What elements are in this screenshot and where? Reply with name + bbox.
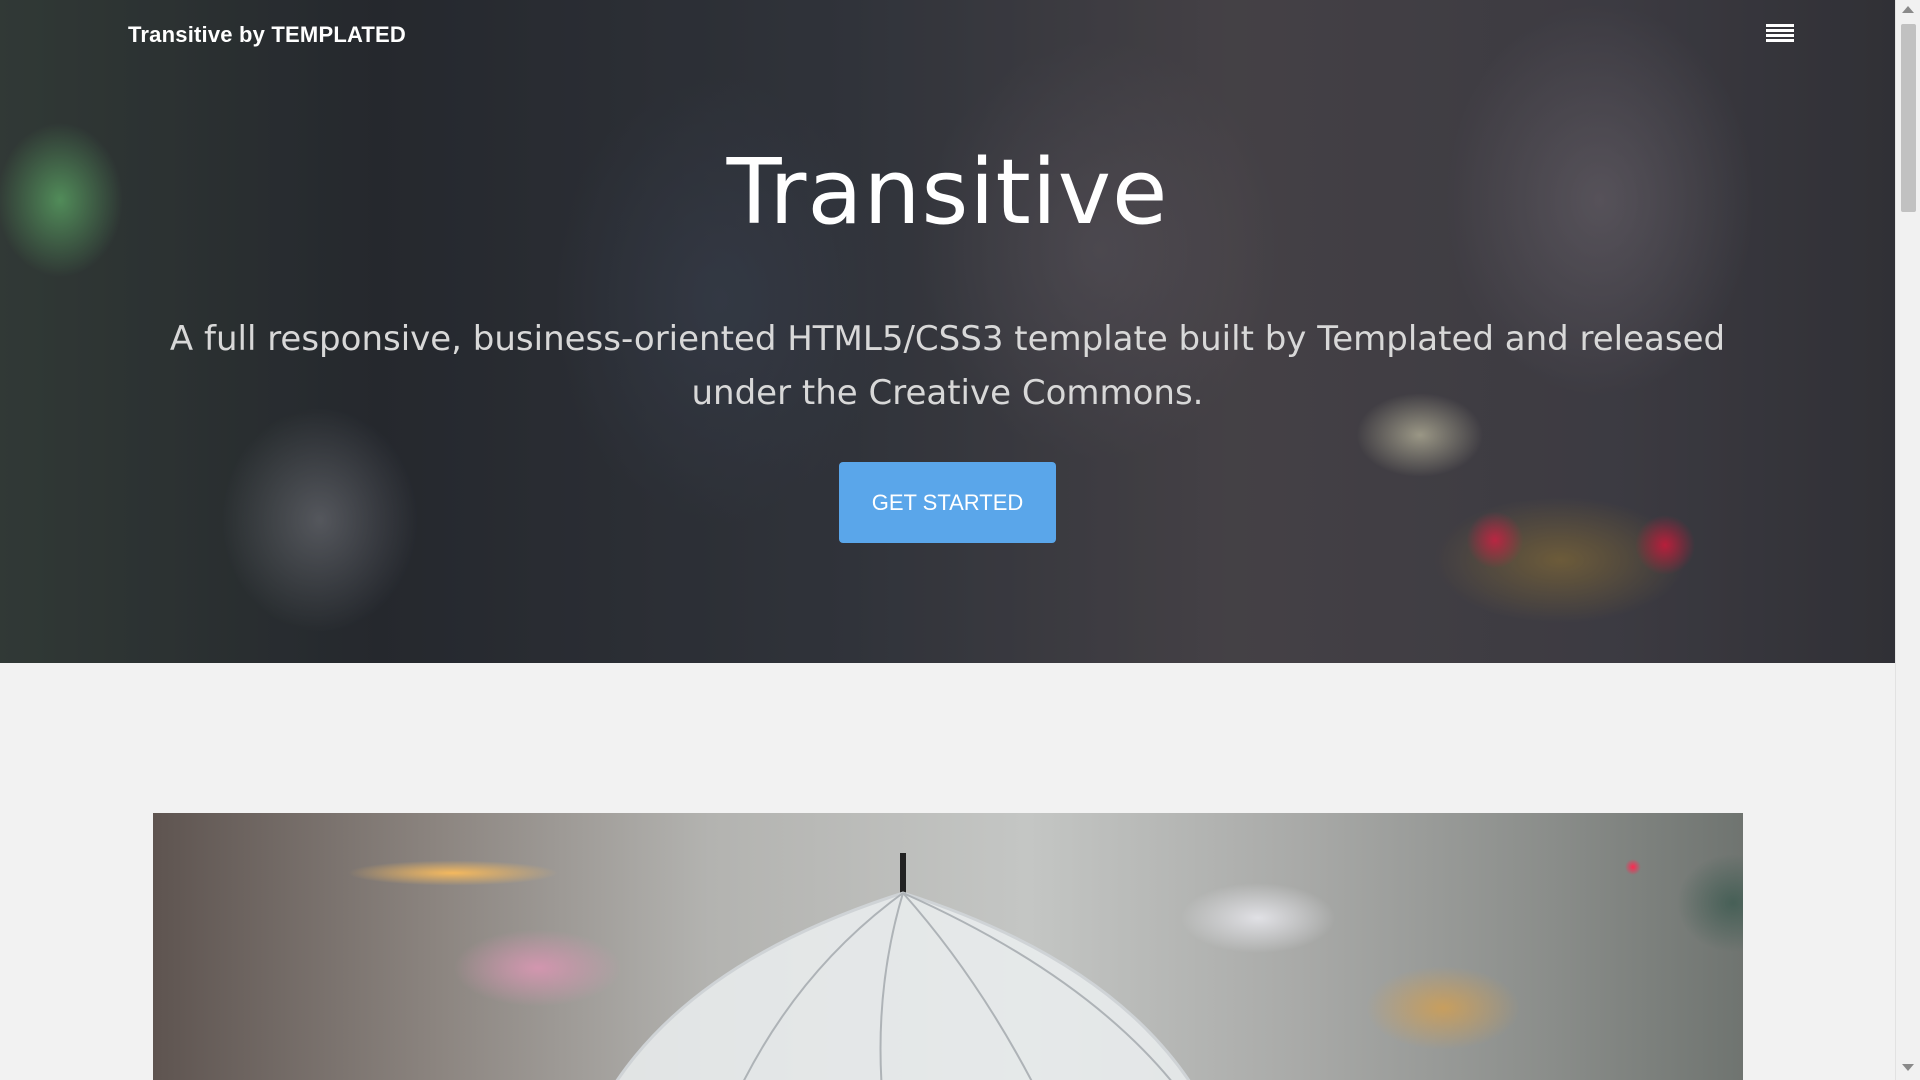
hero-banner: Transitive by TEMPLATED Transitive A ful… [0, 0, 1895, 663]
hero-title: Transitive [726, 140, 1169, 245]
scroll-down-arrow-icon[interactable] [1902, 1064, 1914, 1071]
hero-subtitle: A full responsive, business-oriented HTM… [169, 319, 1726, 413]
umbrella-icon [615, 853, 1191, 1080]
scroll-thumb[interactable] [1901, 24, 1916, 212]
page-scrollbar[interactable] [1895, 0, 1920, 1080]
get-started-button[interactable]: GET STARTED [839, 462, 1056, 543]
hamburger-menu-icon[interactable] [1766, 24, 1794, 46]
scroll-up-arrow-icon[interactable] [1902, 6, 1914, 13]
site-brand-link[interactable]: Transitive by TEMPLATED [128, 22, 406, 48]
feature-image [153, 813, 1743, 1080]
